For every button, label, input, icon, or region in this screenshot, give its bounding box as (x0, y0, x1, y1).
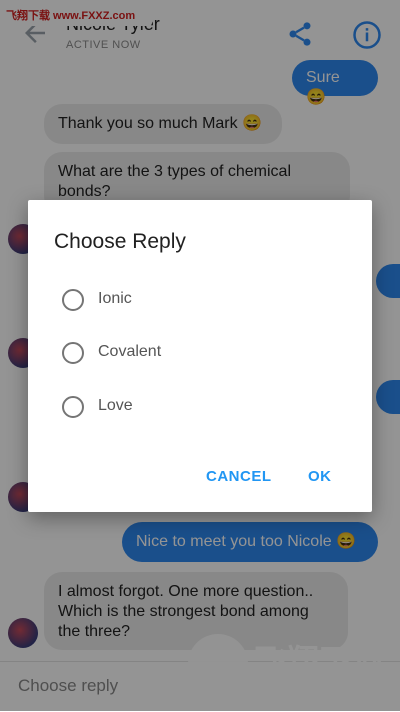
choose-reply-dialog: Choose Reply Ionic Covalent Love CANCEL … (28, 200, 372, 512)
reply-option-label: Covalent (98, 343, 162, 360)
reply-option-label: Love (98, 397, 133, 414)
radio-unchecked-icon[interactable] (62, 396, 84, 418)
reply-option-ionic[interactable]: Ionic (54, 280, 344, 320)
reply-option-label: Ionic (98, 290, 132, 307)
radio-unchecked-icon[interactable] (62, 289, 84, 311)
cancel-button[interactable]: CANCEL (206, 468, 272, 485)
dialog-title: Choose Reply (54, 230, 186, 253)
radio-unchecked-icon[interactable] (62, 342, 84, 364)
reply-option-love[interactable]: Love (54, 387, 344, 427)
reply-option-covalent[interactable]: Covalent (54, 333, 344, 373)
ok-button[interactable]: OK (308, 468, 332, 485)
